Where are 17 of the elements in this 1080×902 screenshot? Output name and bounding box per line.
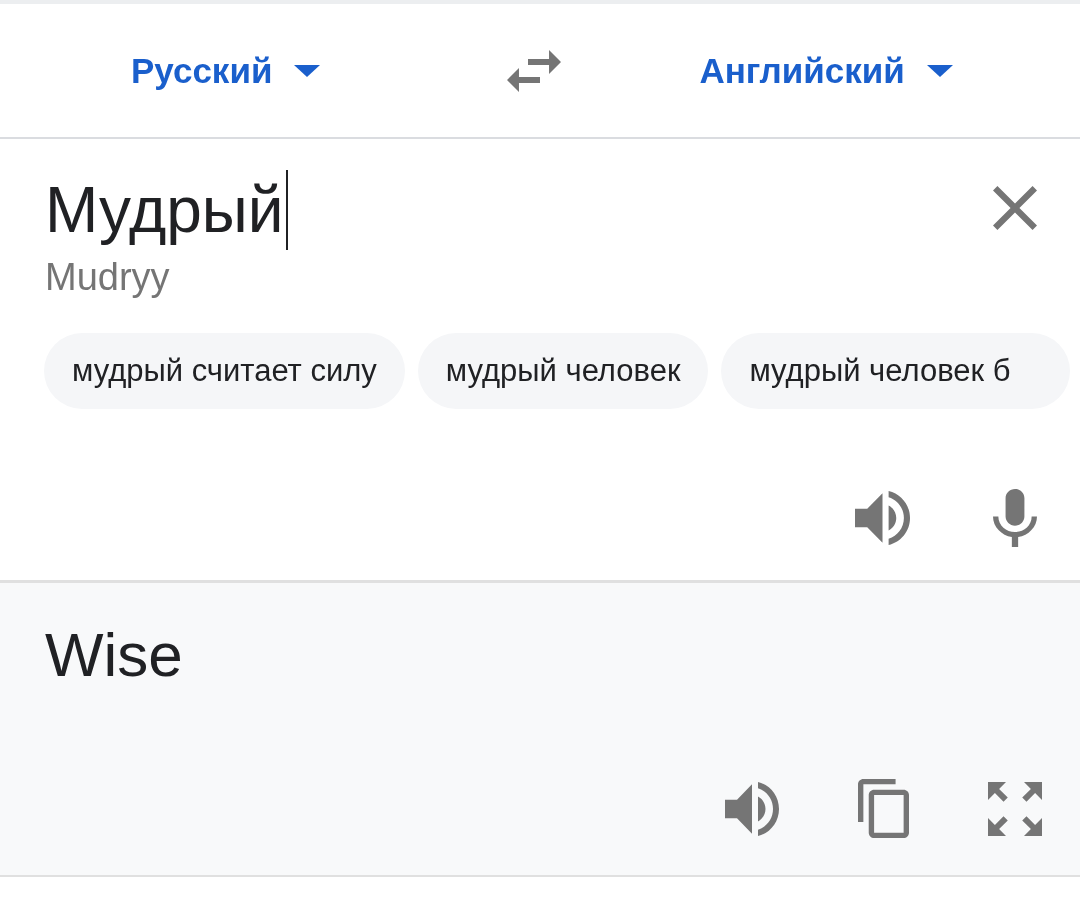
swap-icon[interactable] <box>507 49 562 92</box>
fullscreen-icon[interactable] <box>988 781 1042 836</box>
caret-icon <box>294 64 321 77</box>
suggestion-chip[interactable]: мудрый человек <box>417 333 709 409</box>
source-language-button[interactable]: Русский <box>131 49 321 92</box>
caret-icon <box>926 64 953 77</box>
microphone-icon[interactable] <box>993 489 1037 547</box>
suggestion-chip[interactable]: мудрый считает силу <box>44 333 405 409</box>
target-language-button[interactable]: Английский <box>699 49 953 92</box>
close-icon[interactable] <box>993 186 1037 230</box>
suggestion-chip[interactable]: мудрый человек б <box>721 333 1071 409</box>
speaker-icon[interactable] <box>855 491 910 545</box>
translation-text: Wise <box>45 619 183 691</box>
transliteration-text: Mudryy <box>45 255 170 300</box>
source-text-field[interactable]: Мудрый <box>45 170 288 250</box>
copy-icon[interactable] <box>858 779 909 838</box>
speaker-icon[interactable] <box>725 781 779 836</box>
